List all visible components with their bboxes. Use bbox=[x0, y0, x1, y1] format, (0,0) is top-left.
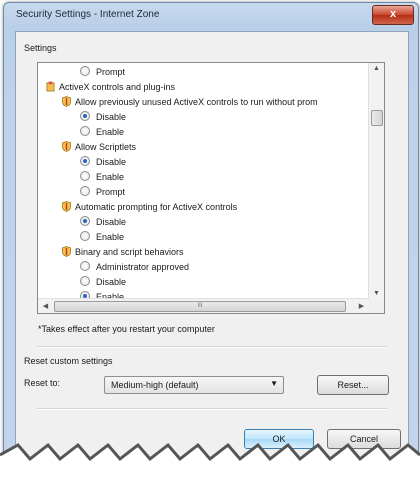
scroll-down-icon[interactable]: ▼ bbox=[369, 290, 384, 297]
option-label: Allow previously unused ActiveX controls… bbox=[75, 97, 318, 107]
radio-option[interactable]: Disable bbox=[80, 110, 126, 125]
gear-icon bbox=[46, 81, 55, 92]
radio-option[interactable]: Prompt bbox=[80, 65, 125, 80]
option-label: Disable bbox=[96, 277, 127, 287]
shield-icon bbox=[62, 246, 71, 257]
reset-group-label: Reset custom settings bbox=[24, 356, 113, 366]
window-title: Security Settings - Internet Zone bbox=[16, 9, 160, 20]
radio-button[interactable] bbox=[80, 111, 90, 121]
reset-to-label: Reset to: bbox=[24, 378, 61, 388]
restart-note: *Takes effect after you restart your com… bbox=[38, 324, 215, 334]
option-label: Administrator approved bbox=[96, 262, 190, 272]
option-label: Disable bbox=[96, 217, 127, 227]
settings-item: Automatic prompting for ActiveX controls bbox=[62, 200, 237, 215]
radio-option[interactable]: Prompt bbox=[80, 185, 125, 200]
shield-icon bbox=[62, 96, 71, 107]
security-settings-dialog: Security Settings - Internet Zone x Sett… bbox=[3, 2, 419, 474]
shield-icon bbox=[62, 141, 71, 152]
scroll-up-icon[interactable]: ▲ bbox=[369, 65, 384, 72]
settings-item: Allow previously unused ActiveX controls… bbox=[62, 95, 318, 110]
divider bbox=[37, 346, 387, 348]
radio-option[interactable]: Administrator approved bbox=[80, 260, 189, 275]
scrollbar-corner bbox=[369, 299, 384, 313]
close-icon: x bbox=[389, 8, 397, 20]
vertical-scroll-thumb[interactable] bbox=[371, 110, 383, 126]
settings-group-label: Settings bbox=[24, 43, 57, 53]
title-bar[interactable]: Security Settings - Internet Zone x bbox=[4, 3, 418, 29]
reset-button-label: Reset... bbox=[337, 380, 369, 390]
radio-option[interactable]: Enable bbox=[80, 170, 124, 185]
radio-button[interactable] bbox=[80, 126, 90, 136]
settings-category: ActiveX controls and plug-ins bbox=[46, 80, 175, 95]
dialog-body: Settings Prompt ActiveX controls and plug… bbox=[15, 31, 409, 474]
settings-list: Prompt ActiveX controls and plug-ins Allow… bbox=[38, 63, 368, 299]
reset-level-select[interactable]: Medium-high (default) ▼ bbox=[104, 376, 284, 394]
settings-item: Allow Scriptlets bbox=[62, 140, 136, 155]
option-label: Prompt bbox=[96, 187, 126, 197]
shield-icon bbox=[62, 201, 71, 212]
scroll-grip: III bbox=[197, 303, 203, 309]
option-label: Disable bbox=[96, 112, 127, 122]
radio-button[interactable] bbox=[80, 276, 90, 286]
torn-edge-decoration bbox=[0, 442, 420, 477]
settings-item: Binary and script behaviors bbox=[62, 245, 184, 260]
radio-button[interactable] bbox=[80, 171, 90, 181]
radio-button[interactable] bbox=[80, 186, 90, 196]
radio-option[interactable]: Disable bbox=[80, 215, 126, 230]
chevron-down-icon: ▼ bbox=[270, 379, 278, 388]
option-label: Allow Scriptlets bbox=[75, 142, 137, 152]
radio-option[interactable]: Disable bbox=[80, 275, 126, 290]
radio-button[interactable] bbox=[80, 156, 90, 166]
radio-button[interactable] bbox=[80, 231, 90, 241]
option-label: ActiveX controls and plug-ins bbox=[59, 82, 176, 92]
option-label: Binary and script behaviors bbox=[75, 247, 184, 257]
option-label: Prompt bbox=[96, 67, 126, 77]
reset-button[interactable]: Reset... bbox=[317, 375, 389, 395]
scroll-left-icon[interactable]: ◀ bbox=[38, 302, 53, 310]
vertical-scrollbar[interactable]: ▲ ▼ bbox=[368, 63, 384, 299]
option-label: Disable bbox=[96, 157, 127, 167]
divider bbox=[37, 408, 387, 410]
option-label: Automatic prompting for ActiveX controls bbox=[75, 202, 238, 212]
horizontal-scroll-thumb[interactable]: III bbox=[54, 301, 346, 312]
radio-button[interactable] bbox=[80, 216, 90, 226]
option-label: Enable bbox=[96, 172, 125, 182]
horizontal-scrollbar[interactable]: ◀ III ▶ bbox=[38, 298, 369, 313]
close-button[interactable]: x bbox=[372, 5, 414, 25]
reset-level-value: Medium-high (default) bbox=[111, 380, 199, 390]
radio-option[interactable]: Enable bbox=[80, 125, 124, 140]
option-label: Enable bbox=[96, 232, 125, 242]
radio-button[interactable] bbox=[80, 261, 90, 271]
option-label: Enable bbox=[96, 127, 125, 137]
radio-option[interactable]: Enable bbox=[80, 230, 124, 245]
radio-button[interactable] bbox=[80, 66, 90, 76]
settings-tree[interactable]: Prompt ActiveX controls and plug-ins Allow… bbox=[37, 62, 385, 314]
scroll-right-icon[interactable]: ▶ bbox=[354, 302, 369, 310]
radio-option[interactable]: Disable bbox=[80, 155, 126, 170]
